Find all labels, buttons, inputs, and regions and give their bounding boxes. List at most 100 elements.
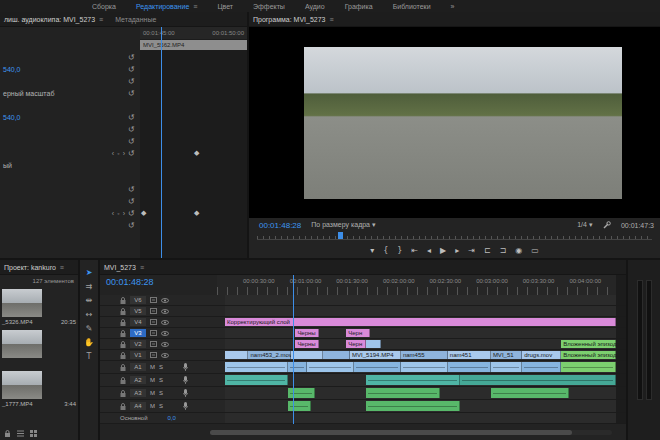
sync-lock-icon[interactable] [150, 297, 157, 303]
clip[interactable] [288, 388, 315, 398]
track-toggle[interactable]: S [159, 390, 163, 396]
project-item[interactable]: _1777.MP43:44 [2, 371, 76, 408]
reset-icon[interactable]: ↺ [128, 221, 135, 230]
reset-icon[interactable]: ↺ [128, 209, 135, 218]
quality-dropdown[interactable]: 1/4 ▾ [577, 221, 593, 229]
clip[interactable]: nam451 [448, 351, 491, 359]
clip[interactable]: MVI_5194.MP4 [350, 351, 401, 359]
workspace-tab[interactable]: Библиотеки [393, 3, 431, 10]
clip[interactable] [288, 362, 308, 372]
clip[interactable] [225, 362, 288, 372]
lock-icon[interactable] [120, 330, 126, 337]
tool-button[interactable]: ↔ [86, 310, 93, 320]
lock-icon[interactable] [120, 377, 126, 384]
keyframe-nav-button[interactable]: › [123, 210, 125, 217]
sync-lock-icon[interactable] [150, 319, 157, 325]
microphone-icon[interactable] [183, 363, 188, 371]
workspace-tab[interactable]: Цвет [217, 3, 233, 10]
transport-button[interactable]: { [383, 246, 388, 255]
lock-icon[interactable] [120, 364, 126, 371]
track-name[interactable]: V5 [130, 307, 146, 315]
keyframe-nav-button[interactable]: ◦ [117, 210, 119, 217]
transport-button[interactable]: } [397, 246, 402, 255]
wrench-icon[interactable] [603, 221, 611, 229]
lock-icon[interactable] [120, 297, 126, 304]
keyframe-nav-button[interactable]: ‹ [112, 150, 114, 157]
track-name[interactable]: V2 [130, 340, 146, 348]
track-toggle[interactable]: M [150, 390, 155, 396]
menu-icon[interactable]: ≡ [99, 16, 103, 23]
list-view-icon[interactable] [17, 430, 24, 437]
tool-button[interactable]: ⇹ [86, 296, 93, 306]
clip[interactable] [225, 351, 248, 359]
tool-button[interactable]: ➤ [86, 268, 93, 278]
lock-icon[interactable] [120, 390, 126, 397]
more-button[interactable]: » [451, 3, 455, 10]
tool-button[interactable]: T [87, 352, 92, 362]
menu-icon[interactable]: ≡ [140, 264, 144, 271]
playhead[interactable] [338, 232, 343, 239]
reset-icon[interactable]: ↺ [128, 137, 135, 146]
keyframe-nav[interactable]: ‹◦ › [112, 150, 125, 157]
keyframe-nav-button[interactable]: › [123, 150, 125, 157]
clip[interactable] [366, 401, 460, 411]
keyframe-nav-button[interactable]: ◦ [117, 150, 119, 157]
scrubber[interactable] [257, 232, 652, 242]
keyframe-nav-button[interactable]: ‹ [112, 210, 114, 217]
keyframe-nav[interactable]: ‹◦ › [112, 210, 125, 217]
track-toggle[interactable]: M [150, 403, 155, 409]
icon-view-icon[interactable] [30, 430, 37, 437]
transport-button[interactable]: ◂ [427, 246, 431, 255]
sync-lock-icon[interactable] [150, 341, 157, 347]
transport-button[interactable]: ▸ [455, 246, 459, 255]
clip[interactable] [561, 362, 616, 372]
reset-icon[interactable]: ↺ [128, 149, 135, 158]
reset-icon[interactable]: ↺ [128, 125, 135, 134]
transport-button[interactable]: ▶ [440, 246, 446, 255]
sync-lock-icon[interactable] [150, 330, 157, 336]
workspace-tab[interactable]: Сборка [92, 3, 116, 10]
project-item[interactable] [2, 330, 76, 367]
clip[interactable] [460, 375, 616, 385]
keyframe-icon[interactable]: ◆ [194, 149, 199, 157]
clip[interactable] [366, 375, 460, 385]
lock-icon[interactable] [4, 430, 11, 437]
workspace-tab[interactable]: Редактирование≡ [136, 3, 197, 10]
panel-tab[interactable]: Метаданные [115, 16, 156, 23]
clip[interactable] [366, 340, 382, 348]
clip[interactable] [291, 351, 322, 359]
keyframe-ruler[interactable]: 00:01:45:0000:01:50:00 [140, 27, 247, 39]
tool-button[interactable]: ✎ [86, 324, 93, 334]
lock-icon[interactable] [120, 308, 126, 315]
project-item[interactable]: _5326.MP420:35 [2, 289, 76, 326]
eye-icon[interactable] [161, 320, 169, 325]
track-toggle[interactable]: M [150, 377, 155, 383]
playhead[interactable] [161, 27, 162, 258]
lock-icon[interactable] [120, 352, 126, 359]
microphone-icon[interactable] [183, 402, 188, 410]
clip[interactable]: Корректирующий слой [225, 318, 616, 326]
microphone-icon[interactable] [183, 376, 188, 384]
clip[interactable] [491, 388, 569, 398]
lock-icon[interactable] [120, 341, 126, 348]
transport-button[interactable]: ⊐ [500, 246, 507, 255]
microphone-icon[interactable] [183, 389, 188, 397]
reset-icon[interactable]: ↺ [128, 65, 135, 74]
track-toggle[interactable]: S [159, 377, 163, 383]
workspace-tab[interactable]: Графика [345, 3, 373, 10]
track-name[interactable]: A4 [130, 402, 146, 410]
reset-icon[interactable]: ↺ [128, 77, 135, 86]
tool-button[interactable]: ✋ [84, 338, 94, 348]
sync-lock-icon[interactable] [150, 308, 157, 314]
clip[interactable]: MVI_51 [491, 351, 522, 359]
transport-button[interactable]: ◉ [515, 246, 522, 255]
clip[interactable] [323, 351, 350, 359]
track-name[interactable]: A1 [130, 363, 146, 371]
reset-icon[interactable]: ↺ [128, 185, 135, 194]
keyframe-icon[interactable]: ◆ [194, 209, 199, 217]
track-toggle[interactable]: M [150, 364, 155, 370]
track-name[interactable]: A3 [130, 389, 146, 397]
sequence-tab[interactable]: MVI_5273≡ [104, 264, 144, 271]
lock-icon[interactable] [120, 403, 126, 410]
clip[interactable]: Черн [346, 340, 366, 348]
